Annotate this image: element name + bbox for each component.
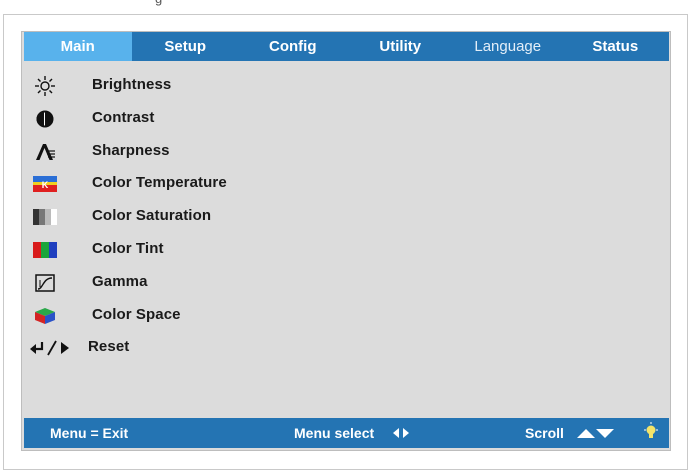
caption-text: g [155,0,162,6]
contrast-icon [32,108,58,130]
gamma-icon [32,272,58,294]
menu-exit-hint: Menu = Exit [50,425,129,441]
lightbulb-icon [643,418,659,458]
menu-item-brightness[interactable]: Brightness [22,70,670,103]
menu-select-hint: Menu select [294,425,375,441]
color-space-icon [32,305,58,327]
color-tint-icon [32,239,58,261]
menu-item-contrast[interactable]: Contrast [22,103,670,136]
left-right-arrows-icon [391,418,411,458]
tab-utility[interactable]: Utility [347,32,455,61]
tab-setup[interactable]: Setup [132,32,240,61]
reset-icon [30,337,74,359]
tab-language[interactable]: Language [454,32,562,61]
brightness-icon [32,75,58,97]
menu-item-label: Contrast [92,108,155,126]
up-down-arrows-icon [575,418,615,458]
menu-item-label: Color Space [92,305,181,323]
tab-bar: Main Setup Config Utility Language Statu… [24,32,669,61]
tab-status[interactable]: Status [562,32,670,61]
scroll-hint: Scroll [525,425,564,441]
menu-item-label: Color Tint [92,239,164,257]
tab-main[interactable]: Main [24,32,132,61]
sharpness-icon [32,141,58,163]
menu-item-label: Sharpness [92,141,170,159]
menu-item-reset[interactable]: Reset [22,332,670,365]
svg-text:K: K [42,180,49,190]
menu-item-label: Brightness [92,76,172,93]
tab-config[interactable]: Config [239,32,347,61]
menu-item-color-space[interactable]: Color Space [22,300,670,333]
color-saturation-icon [32,206,58,228]
osd-panel: Main Setup Config Utility Language Statu… [21,31,671,451]
menu-item-color-tint[interactable]: Color Tint [22,234,670,267]
menu-item-color-saturation[interactable]: Color Saturation [22,201,670,234]
window-caption: g [0,0,694,14]
color-temperature-icon: K [32,173,58,195]
menu-item-label: Color Saturation [92,207,212,225]
osd-frame: Main Setup Config Utility Language Statu… [3,14,688,470]
menu-item-label: Gamma [92,272,148,290]
menu-item-color-temperature[interactable]: K Color Temperature [22,168,670,201]
menu-item-sharpness[interactable]: Sharpness [22,136,670,169]
footer-bar: Menu = Exit Menu select Scroll [24,418,669,448]
menu-item-label: Reset [88,338,130,356]
menu-item-gamma[interactable]: Gamma [22,267,670,300]
main-menu-list: Brightness Contrast Sharpness K Color Te… [22,70,670,365]
menu-item-label: Color Temperature [92,174,227,192]
